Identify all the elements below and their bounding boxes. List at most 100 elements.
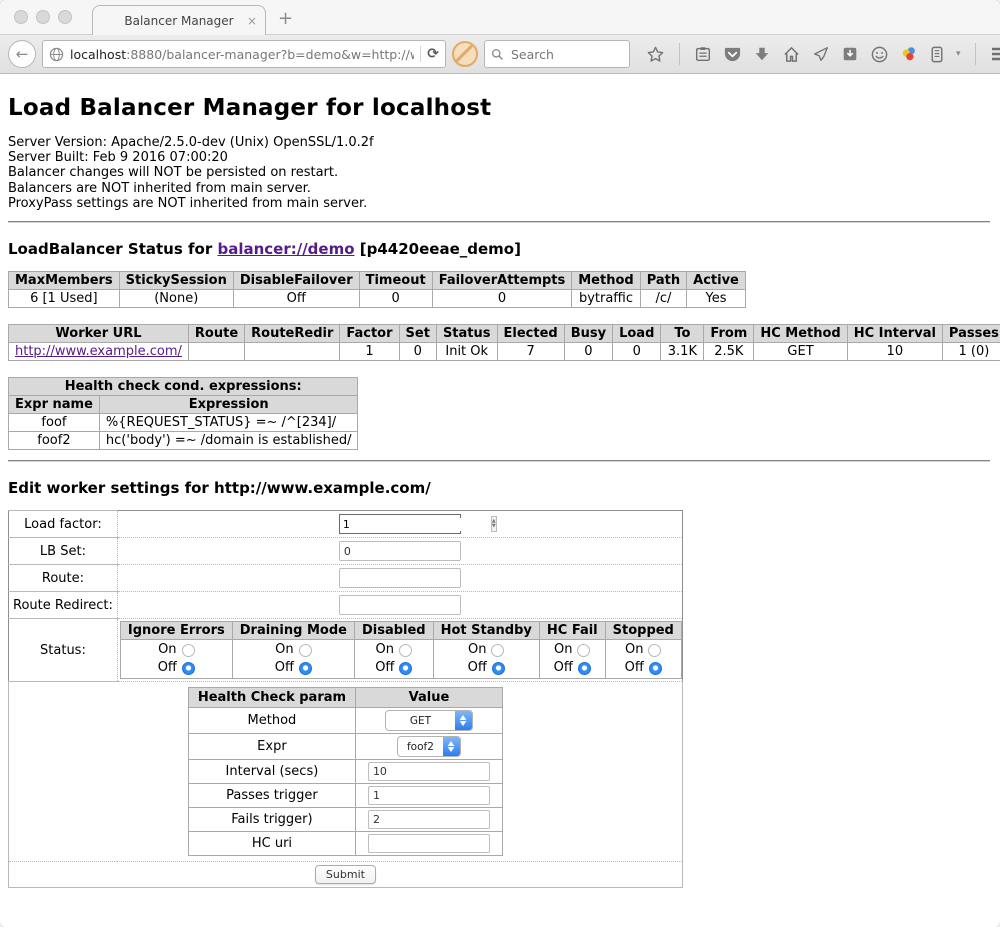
hc-fail-on-radio[interactable] xyxy=(577,644,590,657)
download-icon[interactable] xyxy=(753,45,771,63)
color-dots-extension-icon[interactable] xyxy=(900,45,918,63)
pocket-icon[interactable] xyxy=(723,45,742,64)
stepper-arrows-icon[interactable]: ▲▼ xyxy=(491,516,497,532)
radio-on-label: On xyxy=(554,641,572,659)
tab-balancer-manager[interactable]: Balancer Manager × xyxy=(92,5,266,35)
interval-label: Interval (secs) xyxy=(188,760,355,784)
route-redirect-input[interactable] xyxy=(339,595,461,615)
cell: 0 xyxy=(399,343,436,361)
panel-download-icon[interactable] xyxy=(841,45,859,63)
overflow-caret-icon[interactable]: ▾ xyxy=(956,49,961,59)
worker-table: Worker URL Route RouteRedir Factor Set S… xyxy=(8,324,1000,361)
hc-params-cell: Health Check param Value Method GET Expr xyxy=(9,682,683,862)
content-blocker-icon[interactable] xyxy=(452,41,478,67)
fails-input[interactable] xyxy=(368,810,490,829)
method-select[interactable]: GET xyxy=(385,710,473,731)
table-title-row: Health check cond. expressions: xyxy=(9,378,358,396)
col-header: DisableFailover xyxy=(233,272,359,290)
server-built-line: Server Built: Feb 9 2016 07:00:20 xyxy=(8,150,990,165)
hot-standby-off-radio[interactable] xyxy=(492,662,505,675)
load-factor-cell: ▲▼ xyxy=(117,511,682,538)
clipboard-extension-icon[interactable] xyxy=(929,45,945,64)
balancer-heading-suffix: [p4420eeae_demo] xyxy=(355,240,521,258)
col-header: Status xyxy=(436,325,497,343)
status-disabled-cell: On Off xyxy=(354,640,433,679)
worker-url-cell: http://www.example.com/ xyxy=(9,343,189,361)
radio-on-label: On xyxy=(468,641,486,659)
stopped-off-radio[interactable] xyxy=(649,662,662,675)
interval-input[interactable] xyxy=(368,762,490,781)
expr-value-cell: hc('body') =~ /domain is established/ xyxy=(99,432,358,450)
send-page-icon[interactable] xyxy=(812,45,830,63)
reload-icon[interactable]: ⟳ xyxy=(427,46,439,62)
hc-row-interval: Interval (secs) xyxy=(188,760,502,784)
form-row-hc-params: Health Check param Value Method GET Expr xyxy=(9,682,683,862)
minimize-window-button[interactable] xyxy=(36,10,50,24)
status-ignore-errors-cell: On Off xyxy=(120,640,232,679)
hc-params-table: Health Check param Value Method GET Expr xyxy=(188,687,503,856)
window-controls xyxy=(14,10,72,24)
inherit-notice-line: Balancers are NOT inherited from main se… xyxy=(8,181,990,196)
draining-mode-off-radio[interactable] xyxy=(299,662,312,675)
lb-set-cell xyxy=(117,538,682,565)
status-col-header: Disabled xyxy=(354,622,433,640)
worker-url-link[interactable]: http://www.example.com/ xyxy=(15,344,182,359)
status-header-row: Ignore Errors Draining Mode Disabled Hot… xyxy=(120,622,681,640)
url-path: :8880/balancer-manager?b=demo&w=http://w… xyxy=(126,47,414,62)
cell: 1 (0) xyxy=(942,343,1000,361)
col-header: Busy xyxy=(564,325,612,343)
search-input[interactable] xyxy=(509,46,603,63)
disabled-on-radio[interactable] xyxy=(399,644,412,657)
bookmarks-sidebar-icon[interactable] xyxy=(694,45,712,63)
method-select-value: GET xyxy=(386,715,455,727)
cell: Yes xyxy=(687,290,746,308)
edit-worker-heading: Edit worker settings for http://www.exam… xyxy=(8,479,990,497)
col-header: MaxMembers xyxy=(9,272,120,290)
disabled-off-radio[interactable] xyxy=(399,662,412,675)
form-row-route-redirect: Route Redirect: xyxy=(9,592,683,619)
load-factor-input[interactable] xyxy=(340,518,491,531)
route-cell xyxy=(117,565,682,592)
stopped-on-radio[interactable] xyxy=(648,644,661,657)
expr-cell: foof2 xyxy=(355,734,502,760)
home-icon[interactable] xyxy=(782,45,801,64)
route-input[interactable] xyxy=(339,568,461,588)
ignore-errors-on-radio[interactable] xyxy=(182,644,195,657)
feedback-smiley-icon[interactable] xyxy=(870,45,889,64)
hc-uri-input[interactable] xyxy=(368,834,490,853)
cell: /c/ xyxy=(640,290,686,308)
submit-button[interactable]: Submit xyxy=(315,865,376,884)
toolbar-divider xyxy=(679,43,680,65)
cell: 6 [1 Used] xyxy=(9,290,120,308)
close-window-button[interactable] xyxy=(14,10,28,24)
method-label: Method xyxy=(188,708,355,734)
proxypass-notice-line: ProxyPass settings are NOT inherited fro… xyxy=(8,196,990,211)
new-tab-button[interactable]: + xyxy=(278,8,293,29)
load-factor-label: Load factor: xyxy=(9,511,118,538)
bookmark-star-icon[interactable] xyxy=(646,45,665,64)
form-row-status: Status: Ignore Errors Draining Mode Disa… xyxy=(9,619,683,682)
menu-hamburger-icon[interactable] xyxy=(990,45,1000,63)
search-bar[interactable] xyxy=(484,40,630,68)
expr-select[interactable]: foof2 xyxy=(397,736,461,757)
hot-standby-on-radio[interactable] xyxy=(491,644,504,657)
table-header-row: Expr name Expression xyxy=(9,396,358,414)
balancer-demo-link[interactable]: balancer://demo xyxy=(217,240,354,258)
passes-cell xyxy=(355,784,502,808)
tab-title: Balancer Manager xyxy=(124,14,233,28)
passes-input[interactable] xyxy=(368,786,490,805)
back-button[interactable]: ← xyxy=(8,40,36,68)
status-col-header: Stopped xyxy=(605,622,681,640)
close-tab-icon[interactable]: × xyxy=(247,14,257,28)
zoom-window-button[interactable] xyxy=(58,10,72,24)
load-factor-stepper[interactable]: ▲▼ xyxy=(339,514,461,534)
expr-label: Expr xyxy=(188,734,355,760)
hc-fail-off-radio[interactable] xyxy=(578,662,591,675)
ignore-errors-off-radio[interactable] xyxy=(182,662,195,675)
radio-off-label: Off xyxy=(158,659,177,677)
cell: 1 xyxy=(340,343,399,361)
url-bar[interactable]: localhost:8880/balancer-manager?b=demo&w… xyxy=(42,40,446,68)
draining-mode-on-radio[interactable] xyxy=(299,644,312,657)
expr-row: foof2 hc('body') =~ /domain is establish… xyxy=(9,432,358,450)
lb-set-input[interactable] xyxy=(339,541,461,561)
